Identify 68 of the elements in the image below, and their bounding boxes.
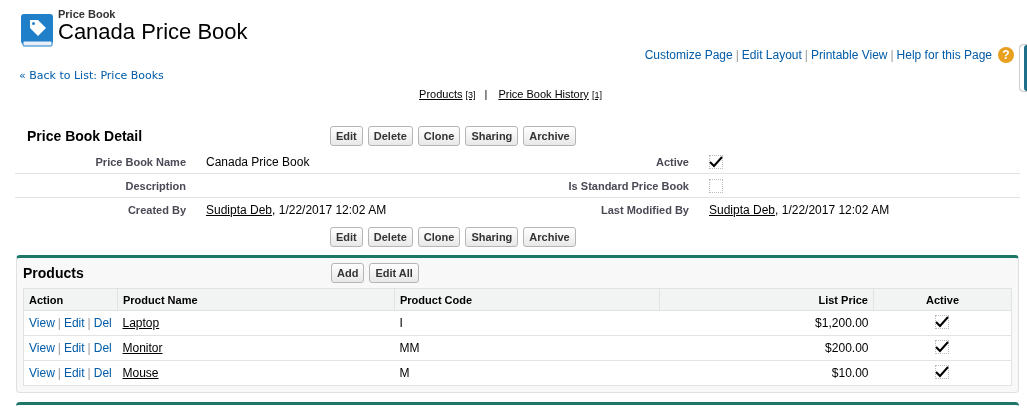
action-button[interactable]: Add	[331, 263, 365, 283]
record-count: [1]	[591, 90, 602, 100]
row-action-link[interactable]: Edit	[63, 341, 85, 355]
page-link[interactable]: Customize Page	[644, 48, 733, 62]
table-cell: $1,200.00	[815, 316, 869, 330]
separator: |	[804, 48, 808, 62]
action-button[interactable]: Sharing	[465, 126, 519, 146]
table-cell: $10.00	[831, 366, 869, 380]
separator: |	[87, 316, 91, 330]
action-button[interactable]: Clone	[417, 227, 461, 247]
table-cell: $200.00	[825, 341, 869, 355]
field-label: Is Standard Price Book	[567, 179, 689, 192]
table-cell: M	[399, 366, 410, 380]
column-header: Product Name	[117, 288, 395, 311]
page-link[interactable]: Printable View	[811, 48, 888, 62]
separator: |	[735, 48, 739, 62]
action-button[interactable]: Clone	[417, 126, 461, 146]
separator: |	[484, 88, 488, 100]
back-link[interactable]: « Back to List: Price Books	[19, 69, 164, 82]
row-action-link[interactable]: Del	[93, 366, 112, 380]
separator: |	[57, 366, 61, 380]
action-button[interactable]: Archive	[523, 227, 576, 247]
row-action-link[interactable]: Del	[93, 341, 112, 355]
column-header: Product Code	[394, 288, 660, 311]
action-button[interactable]: Edit All	[369, 263, 419, 283]
action-button[interactable]: Delete	[367, 126, 413, 146]
row-action-link[interactable]: Edit	[63, 366, 85, 380]
field-label: Created By	[126, 203, 186, 216]
field-value: , 1/22/2017 12:02 AM	[775, 202, 890, 217]
product-link[interactable]: Laptop	[122, 316, 160, 330]
object-type: Price Book	[58, 8, 117, 20]
separator: |	[87, 341, 91, 355]
related-list-link[interactable]: Products	[419, 88, 463, 100]
product-link[interactable]: Monitor	[122, 341, 163, 355]
action-button[interactable]: Archive	[523, 126, 576, 146]
page-link[interactable]: Help for this Page	[896, 48, 992, 62]
action-button[interactable]: Edit	[330, 126, 363, 146]
field-label: Active	[654, 155, 689, 168]
section-title: Price Book Detail	[26, 128, 144, 144]
field-label: Price Book Name	[94, 155, 186, 168]
separator: |	[87, 366, 91, 380]
separator: |	[890, 48, 894, 62]
separator: |	[57, 316, 61, 330]
separator: |	[57, 341, 61, 355]
row-action-link[interactable]: View	[29, 341, 55, 355]
field-value: Canada Price Book	[206, 154, 310, 169]
row-action-link[interactable]: View	[29, 316, 55, 330]
column-header: List Price	[659, 288, 874, 311]
price-book-icon	[20, 13, 54, 47]
field-value: , 1/22/2017 12:02 AM	[272, 202, 387, 217]
related-list-link[interactable]: Price Book History	[498, 88, 589, 100]
page-link[interactable]: Edit Layout	[741, 48, 802, 62]
column-header: Action	[23, 288, 118, 311]
action-button[interactable]: Edit	[330, 227, 363, 247]
field-label: Description	[124, 179, 186, 192]
record-count: [3]	[465, 90, 476, 100]
section-title: Products	[23, 265, 85, 281]
page-title: Canada Price Book	[58, 20, 248, 44]
row-action-link[interactable]: View	[29, 366, 55, 380]
action-button[interactable]: Delete	[367, 227, 413, 247]
row-action-link[interactable]: Edit	[63, 316, 85, 330]
row-action-link[interactable]: Del	[93, 316, 112, 330]
column-header: Active	[873, 288, 1012, 311]
field-label: Last Modified By	[600, 203, 689, 216]
product-link[interactable]: Mouse	[122, 366, 159, 380]
table-cell: MM	[399, 341, 420, 355]
table-cell: I	[399, 316, 403, 330]
action-button[interactable]: Sharing	[465, 227, 519, 247]
